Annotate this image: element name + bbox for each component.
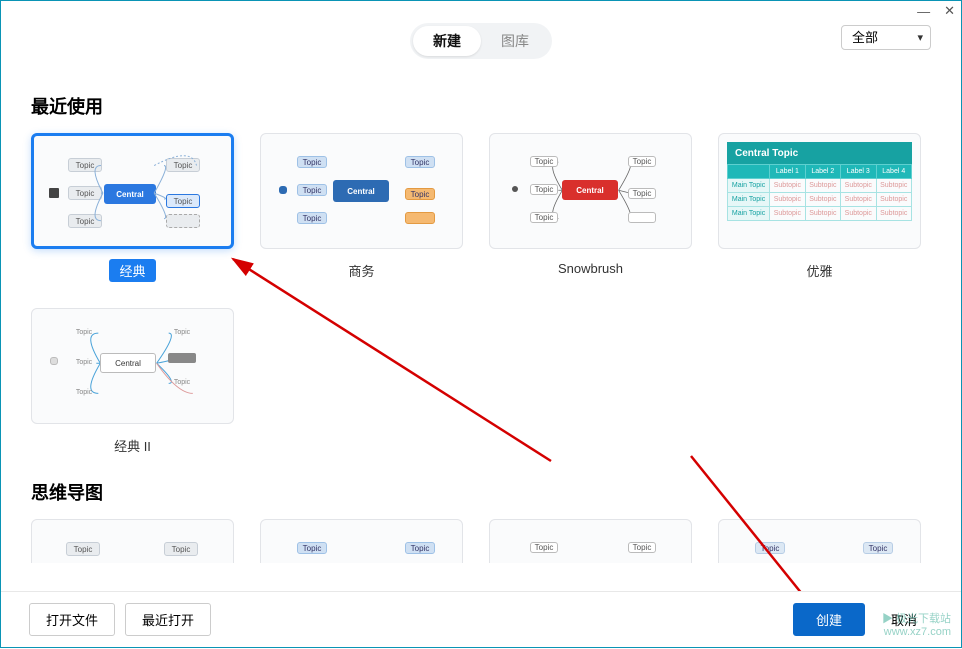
grid-mindmap: Central Topic Topic Topic Topic Topic Ce… <box>31 519 931 563</box>
thumb-topic: Topic <box>164 542 198 556</box>
section-recent-title: 最近使用 <box>31 93 931 119</box>
section-mindmap-title: 思维导图 <box>31 479 931 505</box>
thumb-central: Central <box>333 180 389 202</box>
thumb-topic: Topic <box>530 212 558 223</box>
thumb-header: Central Topic <box>727 142 912 164</box>
thumb-topic: Topic <box>405 156 435 168</box>
thumb-topic: Topic <box>628 542 656 553</box>
template-card-business[interactable]: Central Topic Topic Topic Topic Topic 商务 <box>260 133 463 282</box>
thumb-topic: Topic <box>70 357 98 367</box>
content-scroll[interactable]: 最近使用 Central Topic Topic Topic Topic Top… <box>1 61 961 563</box>
thumb-topic: Topic <box>530 156 558 167</box>
template-label: 经典 II <box>104 434 161 457</box>
filter-wrap: 全部 <box>841 25 931 50</box>
thumb-topic: Topic <box>297 212 327 224</box>
template-card-classic2[interactable]: Central Topic Topic Topic Topic Topic 经典… <box>31 308 234 457</box>
thumb-topic: Topic <box>530 542 558 553</box>
template-card-mm2[interactable]: Central Topic Topic Topic Topic Topic <box>260 519 463 563</box>
template-card-snowbrush[interactable]: Central Topic Topic Topic Topic Topic Sn… <box>489 133 692 282</box>
minimize-button[interactable]: — <box>917 4 930 19</box>
template-card-mm1[interactable]: Central Topic Topic Topic Topic Topic <box>31 519 234 563</box>
cancel-button[interactable]: 取消 <box>875 604 933 635</box>
tabs-segment: 新建 图库 <box>410 23 552 59</box>
thumb-topic: Topic <box>66 542 100 556</box>
template-label: 商务 <box>338 259 384 282</box>
thumb-topic <box>168 353 196 363</box>
grid-recent: Central Topic Topic Topic Topic Topic 经典… <box>31 133 931 457</box>
tab-new[interactable]: 新建 <box>413 26 481 56</box>
template-card-classic[interactable]: Central Topic Topic Topic Topic Topic 经典 <box>31 133 234 282</box>
thumb-topic <box>628 212 656 223</box>
recent-open-button[interactable]: 最近打开 <box>125 603 211 636</box>
template-card-mm4[interactable]: Central Topic Topic Topic Topic Topic <box>718 519 921 563</box>
thumb-topic: Topic <box>297 156 327 168</box>
titlebar: — ✕ <box>1 1 961 21</box>
thumb-topic: Topic <box>628 188 656 199</box>
thumb-topic: Topic <box>70 327 98 337</box>
thumb-topic: Topic <box>297 184 327 196</box>
thumb-topic: Topic <box>405 542 435 554</box>
thumb-topic: Topic <box>530 184 558 195</box>
tab-library[interactable]: 图库 <box>481 26 549 56</box>
thumb-topic: Topic <box>168 327 196 337</box>
template-card-mm3[interactable]: Central Topic Topic Topic Topic Topic <box>489 519 692 563</box>
template-card-elegant[interactable]: Central Topic Label 1Label 2Label 3Label… <box>718 133 921 282</box>
template-label: 经典 <box>109 259 155 282</box>
thumb-topic: Topic <box>297 542 327 554</box>
thumb-topic: Topic <box>628 156 656 167</box>
template-label: Snowbrush <box>548 259 633 278</box>
template-label: 优雅 <box>796 259 842 282</box>
create-button[interactable]: 创建 <box>793 603 865 636</box>
thumb-topic <box>405 212 435 224</box>
thumb-topic: Topic <box>168 377 196 387</box>
filter-select[interactable]: 全部 <box>841 25 931 50</box>
header: 新建 图库 全部 <box>1 21 961 61</box>
thumb-topic: Topic <box>755 542 785 554</box>
close-button[interactable]: ✕ <box>944 3 955 19</box>
thumb-topic: Topic <box>70 387 98 397</box>
thumb-topic: Topic <box>405 188 435 200</box>
thumb-matrix: Label 1Label 2Label 3Label 4 Main TopicS… <box>727 164 912 221</box>
thumb-central: Central <box>562 180 618 200</box>
thumb-topic: Topic <box>863 542 893 554</box>
thumb-central: Central <box>100 353 156 373</box>
open-file-button[interactable]: 打开文件 <box>29 603 115 636</box>
footer: 打开文件 最近打开 创建 取消 <box>1 591 961 647</box>
